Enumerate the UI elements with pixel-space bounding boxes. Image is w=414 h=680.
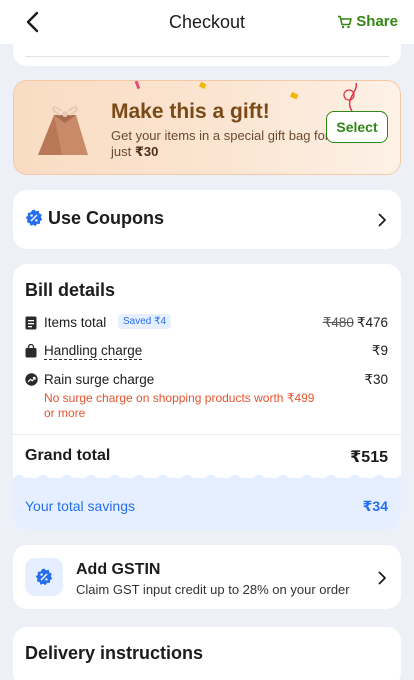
add-gstin-subtitle: Claim GST input credit up to 28% on your… <box>76 582 350 597</box>
total-savings-label: Your total savings <box>25 498 135 514</box>
back-button[interactable] <box>18 8 46 36</box>
grand-total-label: Grand total <box>25 447 111 464</box>
chevron-right-icon <box>378 571 386 585</box>
add-gstin-row[interactable]: Add GSTIN Claim GST input credit up to 2… <box>13 545 401 609</box>
bill-details-card: Bill details Items total Saved ₹4 ₹480 ₹4… <box>13 264 401 530</box>
use-coupons-row[interactable]: Use Coupons <box>13 190 401 249</box>
rain-surge-label: Rain surge charge <box>44 372 155 387</box>
saved-badge: Saved ₹4 <box>118 314 172 329</box>
gift-bag-icon <box>38 106 88 155</box>
cart-icon <box>338 15 353 28</box>
gst-badge-icon <box>35 568 53 586</box>
share-label: Share <box>356 13 398 30</box>
trending-up-icon <box>25 373 38 386</box>
gift-subtitle: Get your items in a special gift bag for… <box>111 128 330 159</box>
gift-select-button[interactable]: Select <box>326 111 388 143</box>
bill-details-title: Bill details <box>25 280 116 300</box>
use-coupons-label: Use Coupons <box>48 208 165 228</box>
handling-charge-value: ₹9 <box>371 343 388 358</box>
add-gstin-title: Add GSTIN <box>76 561 161 578</box>
items-total-label: Items total <box>44 315 107 330</box>
gift-card: Make this a gift! Get your items in a sp… <box>13 80 401 175</box>
page-title: Checkout <box>168 11 246 32</box>
surge-note: No surge charge on shopping products wor… <box>44 391 315 420</box>
header-bar: Checkout Share <box>0 0 414 44</box>
wave-edge-decoration <box>13 475 401 484</box>
rain-surge-value: ₹30 <box>364 372 388 387</box>
gift-title: Make this a gift! <box>111 100 270 123</box>
items-total-value: ₹480 ₹476 <box>322 315 388 330</box>
chevron-right-icon <box>378 213 386 227</box>
back-arrow-icon <box>26 11 39 33</box>
gstin-icon-box <box>25 558 63 596</box>
total-savings-value: ₹34 <box>362 498 388 514</box>
total-savings-strip: Your total savings ₹34 <box>13 475 401 530</box>
items-total-original: ₹480 <box>322 315 354 330</box>
shopping-bag-icon <box>25 344 37 358</box>
share-button[interactable]: Share <box>337 13 398 30</box>
gift-price: ₹30 <box>134 144 159 159</box>
grand-total-value: ₹515 <box>350 449 388 466</box>
handling-charge-label[interactable]: Handling charge <box>44 343 143 360</box>
coupon-badge-icon <box>25 209 43 227</box>
order-items-card-stub <box>13 40 401 66</box>
delivery-instructions-card: Delivery instructions <box>13 627 401 680</box>
bill-divider <box>13 434 401 435</box>
receipt-icon <box>25 316 37 330</box>
delivery-instructions-title: Delivery instructions <box>25 643 204 663</box>
